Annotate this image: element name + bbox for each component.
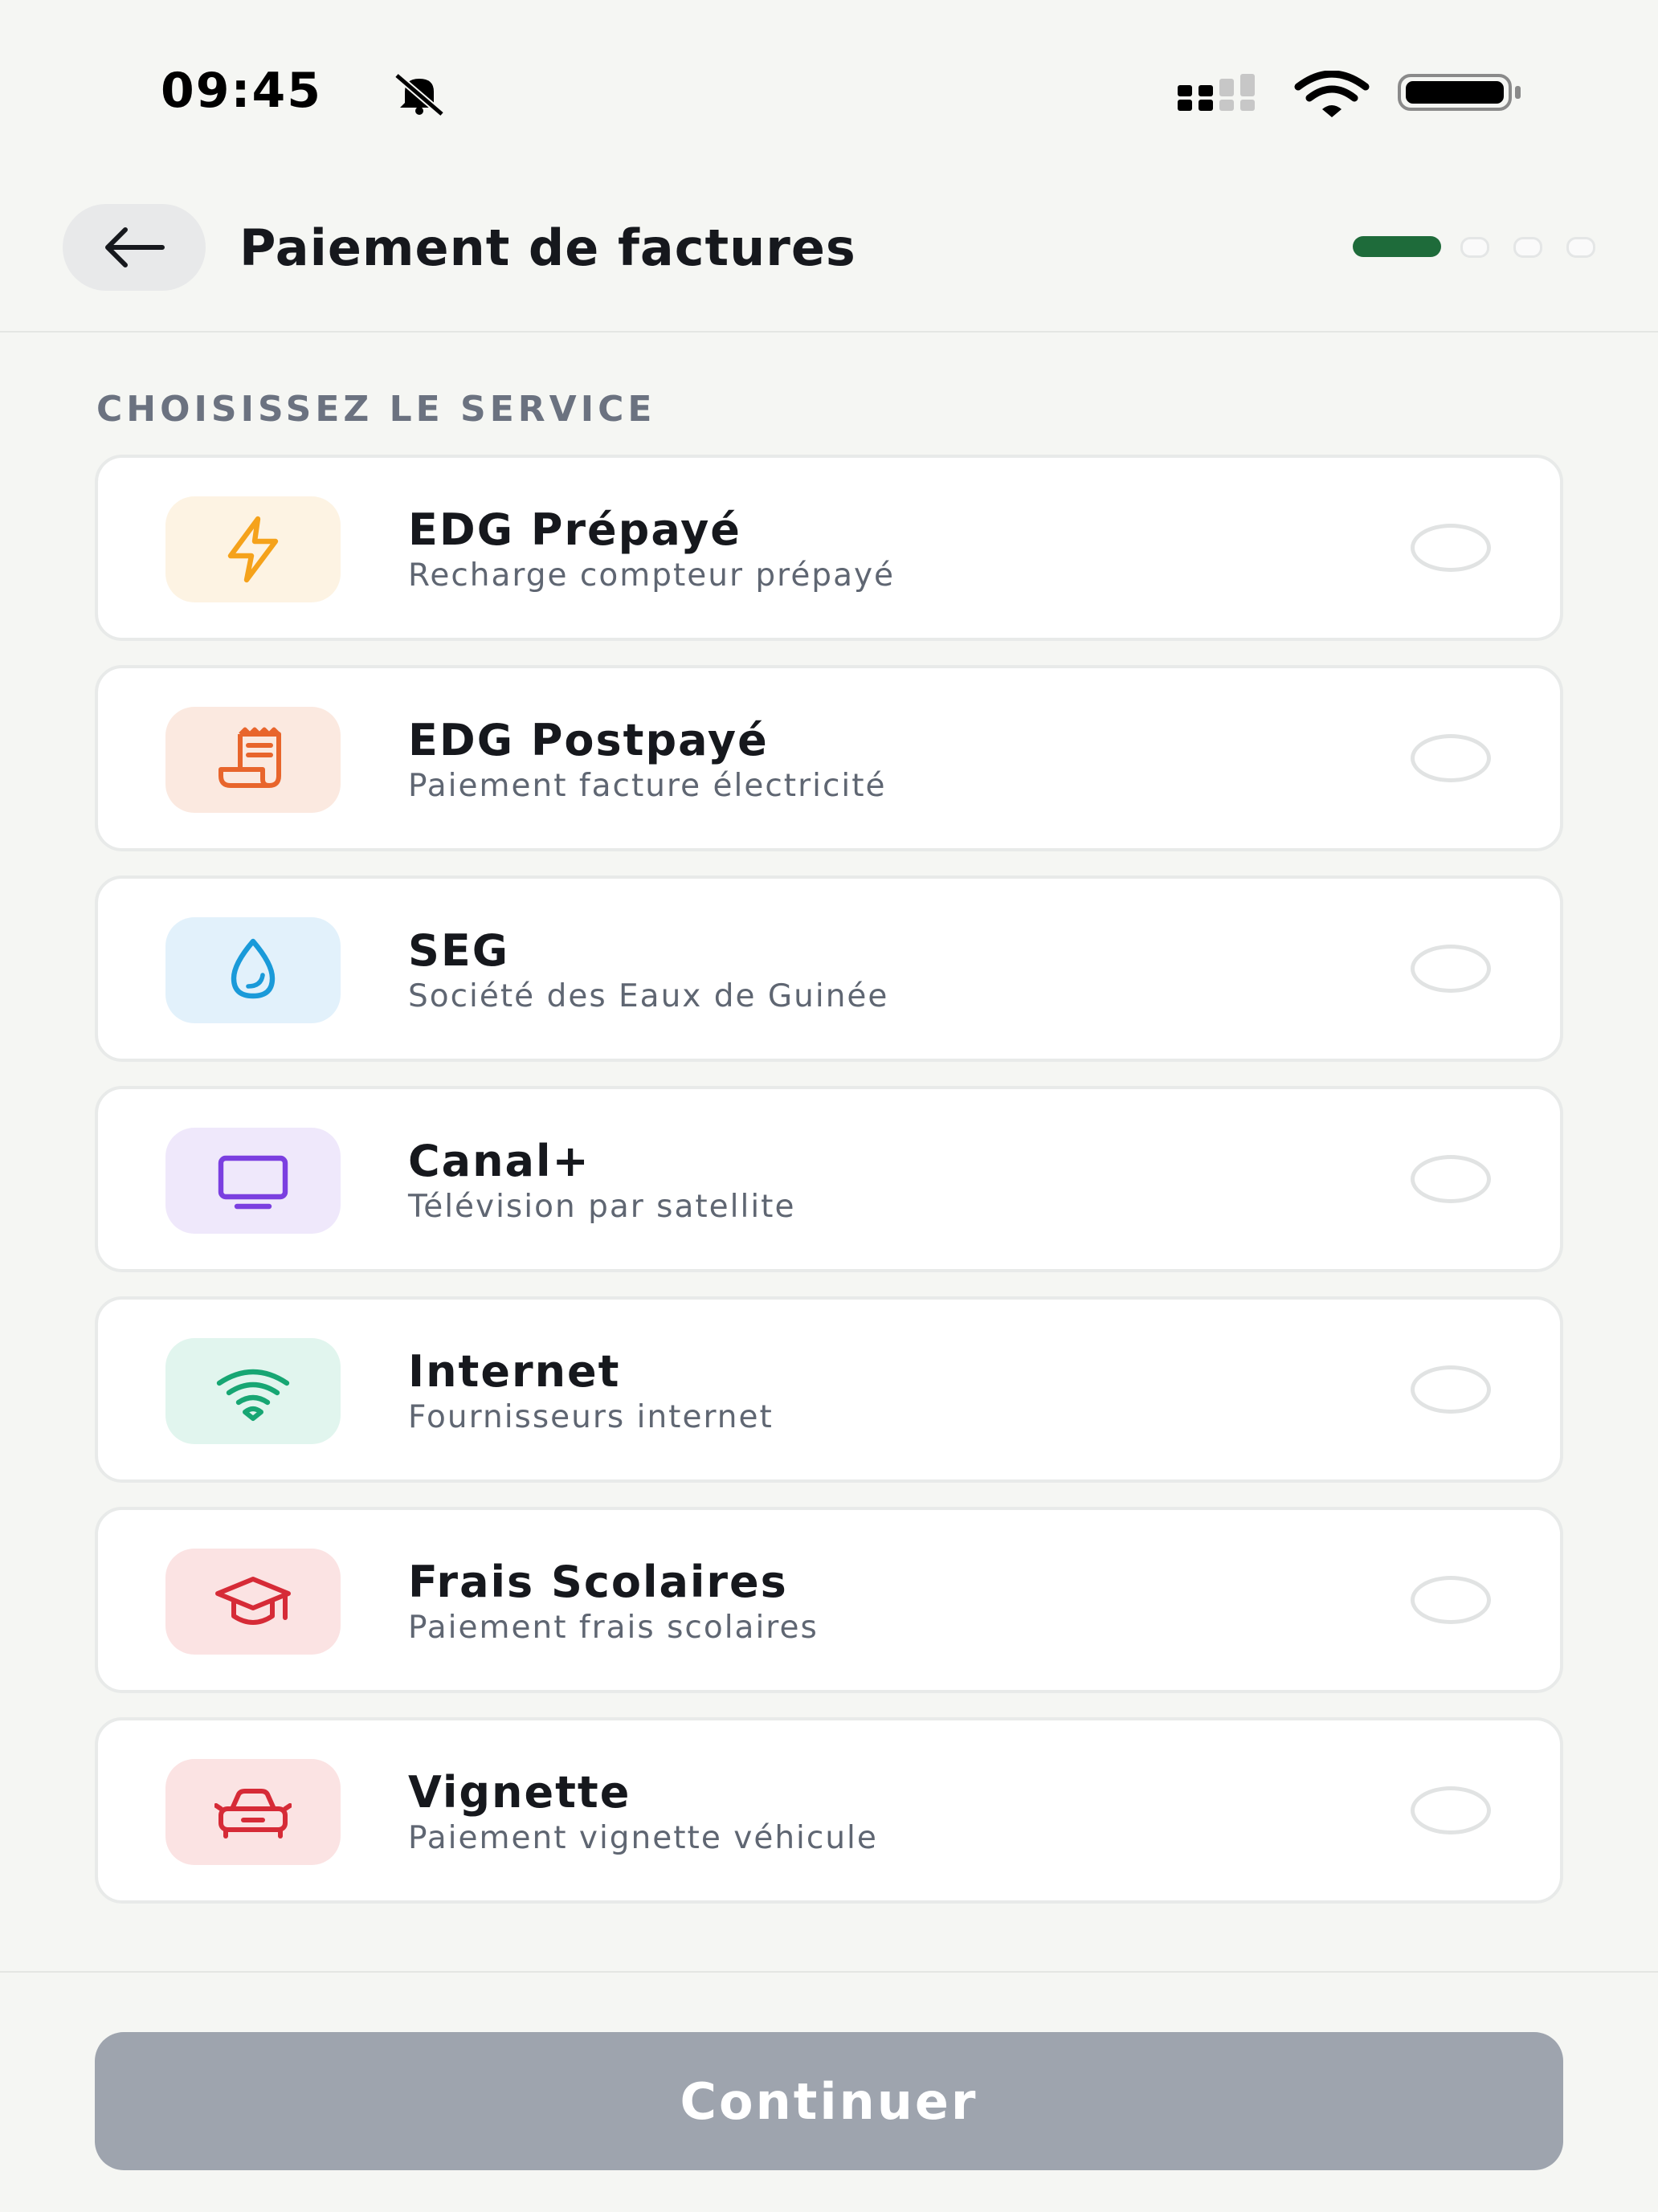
section-label: CHOISISSEZ LE SERVICE xyxy=(96,389,656,430)
service-card-internet[interactable]: Internet Fournisseurs internet xyxy=(95,1296,1563,1483)
wifi-icon xyxy=(1294,71,1370,117)
service-radio[interactable] xyxy=(1411,1365,1491,1414)
graduation-cap-icon xyxy=(215,1577,291,1625)
service-card-canal-plus[interactable]: Canal+ Télévision par satellite xyxy=(95,1086,1563,1272)
service-title: Internet xyxy=(408,1346,621,1397)
step-1-active xyxy=(1353,236,1441,257)
lightning-bolt-icon xyxy=(227,516,279,583)
service-radio[interactable] xyxy=(1411,524,1491,572)
page-title: Paiement de factures xyxy=(239,218,856,277)
service-title: EDG Postpayé xyxy=(408,715,769,765)
service-title: Vignette xyxy=(408,1767,631,1818)
battery-icon xyxy=(1398,74,1521,111)
service-card-edg-postpaye[interactable]: EDG Postpayé Paiement facture électricit… xyxy=(95,665,1563,851)
tv-icon xyxy=(218,1155,288,1210)
service-subtitle: Paiement facture électricité xyxy=(408,768,887,804)
back-button[interactable] xyxy=(63,204,206,291)
service-title: Frais Scolaires xyxy=(408,1557,788,1607)
service-subtitle: Paiement vignette véhicule xyxy=(408,1820,878,1856)
service-title: SEG xyxy=(408,925,510,976)
service-subtitle: Télévision par satellite xyxy=(408,1189,796,1225)
service-icon-tile xyxy=(165,1338,341,1444)
step-indicator xyxy=(1353,236,1602,258)
header: Paiement de factures xyxy=(0,161,1658,333)
service-icon-tile xyxy=(165,1549,341,1655)
service-card-seg[interactable]: SEG Société des Eaux de Guinée xyxy=(95,875,1563,1062)
service-radio[interactable] xyxy=(1411,1786,1491,1834)
service-radio[interactable] xyxy=(1411,734,1491,782)
continue-button[interactable]: Continuer xyxy=(95,2032,1563,2170)
service-icon-tile xyxy=(165,1759,341,1865)
bell-slash-icon xyxy=(394,72,444,116)
footer: Continuer xyxy=(0,1971,1658,2212)
service-icon-tile xyxy=(165,707,341,813)
service-radio[interactable] xyxy=(1411,945,1491,993)
service-card-edg-prepaye[interactable]: EDG Prépayé Recharge compteur prépayé xyxy=(95,455,1563,641)
car-icon xyxy=(214,1789,292,1839)
wifi-icon xyxy=(216,1369,290,1421)
service-icon-tile xyxy=(165,1128,341,1234)
step-3 xyxy=(1513,237,1542,258)
service-subtitle: Recharge compteur prépayé xyxy=(408,557,896,594)
service-subtitle: Société des Eaux de Guinée xyxy=(408,978,889,1014)
receipt-icon xyxy=(218,727,281,788)
water-drop-icon xyxy=(231,938,276,999)
step-4 xyxy=(1566,237,1595,258)
service-card-vignette[interactable]: Vignette Paiement vignette véhicule xyxy=(95,1717,1563,1904)
cellular-signal-icon xyxy=(1178,74,1255,111)
service-subtitle: Paiement frais scolaires xyxy=(408,1610,819,1646)
service-subtitle: Fournisseurs internet xyxy=(408,1399,774,1435)
arrow-left-icon xyxy=(105,227,165,267)
step-2 xyxy=(1460,237,1489,258)
service-radio[interactable] xyxy=(1411,1155,1491,1203)
status-time: 09:45 xyxy=(161,63,322,119)
status-bar: 09:45 xyxy=(0,0,1658,161)
service-card-frais-scolaires[interactable]: Frais Scolaires Paiement frais scolaires xyxy=(95,1507,1563,1693)
service-title: Canal+ xyxy=(408,1136,590,1186)
service-icon-tile xyxy=(165,917,341,1023)
service-icon-tile xyxy=(165,496,341,602)
service-radio[interactable] xyxy=(1411,1576,1491,1624)
service-title: EDG Prépayé xyxy=(408,504,741,555)
